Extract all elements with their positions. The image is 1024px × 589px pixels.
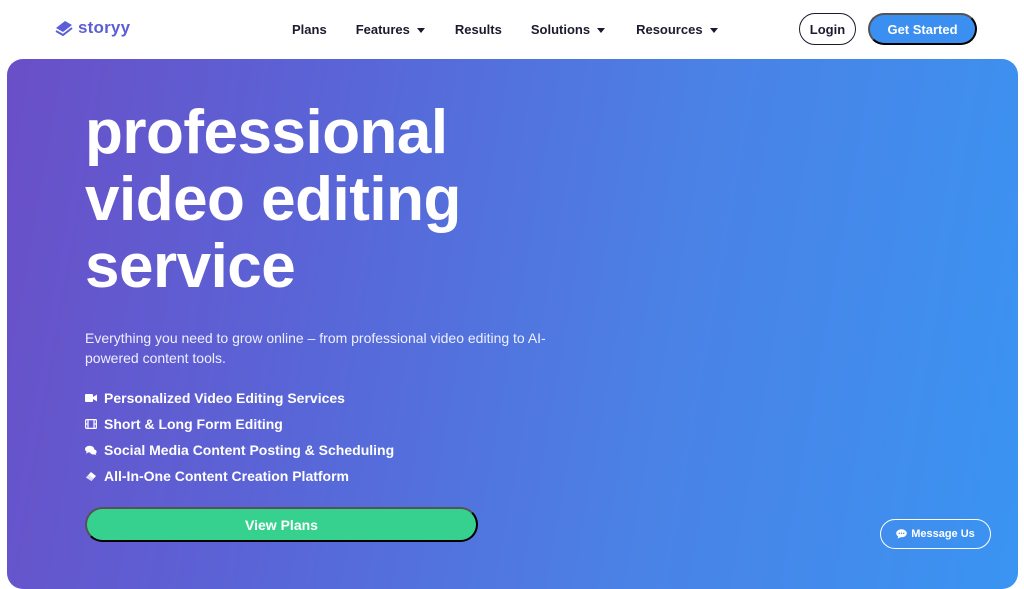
nav-item-label: Results <box>454 21 502 37</box>
storyy-logo[interactable]: storyy <box>54 18 130 38</box>
headline-line: video editing <box>85 165 461 234</box>
message-us-button[interactable]: Message Us <box>880 519 991 549</box>
hero-headline: professional video editing service <box>85 99 685 300</box>
film-icon <box>85 418 97 430</box>
brand-name: storyy <box>78 18 131 37</box>
nav-item-label: Features <box>355 21 410 37</box>
nav-item-label: Solutions <box>530 21 591 37</box>
nav-item-label: Resources <box>636 21 703 37</box>
nav-item-results[interactable]: Results <box>455 22 502 37</box>
list-item: Short & Long Form Editing <box>85 411 394 437</box>
nav-item-solutions[interactable]: Solutions <box>530 21 606 37</box>
eraser-icon <box>85 470 97 482</box>
feature-label: Personalized Video Editing Services <box>104 390 345 406</box>
nav-item-plans[interactable]: Plans <box>292 22 327 37</box>
feature-label: Social Media Content Posting & Schedulin… <box>104 442 395 458</box>
caret-down-icon <box>597 27 606 33</box>
hero-subtext: Everything you need to grow online – fro… <box>85 330 546 366</box>
logo-mark-icon <box>55 21 73 37</box>
feature-list: Personalized Video Editing Services Shor… <box>85 385 394 489</box>
caret-down-icon <box>709 27 718 33</box>
headline-line: service <box>85 232 296 301</box>
main-nav: Plans Features Results Solutions Resourc… <box>292 0 718 58</box>
chat-bubble-icon <box>896 529 908 539</box>
get-started-button[interactable]: Get Started <box>868 13 977 45</box>
video-camera-icon <box>85 392 97 404</box>
nav-item-features[interactable]: Features <box>356 22 425 37</box>
top-navbar: storyy Plans Features Results Solutions … <box>0 0 1024 58</box>
feature-label: Short & Long Form Editing <box>104 416 283 432</box>
caret-down-icon <box>416 27 425 33</box>
view-plans-button[interactable]: View Plans <box>85 507 478 542</box>
hero-section: professional video editing service Every… <box>7 59 1018 589</box>
headline-line: professional <box>85 98 448 167</box>
nav-item-resources[interactable]: Resources <box>636 21 718 37</box>
comments-icon <box>85 444 97 456</box>
nav-item-label: Plans <box>292 21 327 37</box>
message-us-label: Message Us <box>911 528 975 540</box>
list-item: Social Media Content Posting & Schedulin… <box>85 437 394 463</box>
feature-label: All-In-One Content Creation Platform <box>104 468 349 484</box>
list-item: All-In-One Content Creation Platform <box>85 463 394 489</box>
login-button[interactable]: Login <box>799 13 856 45</box>
list-item: Personalized Video Editing Services <box>85 385 394 411</box>
